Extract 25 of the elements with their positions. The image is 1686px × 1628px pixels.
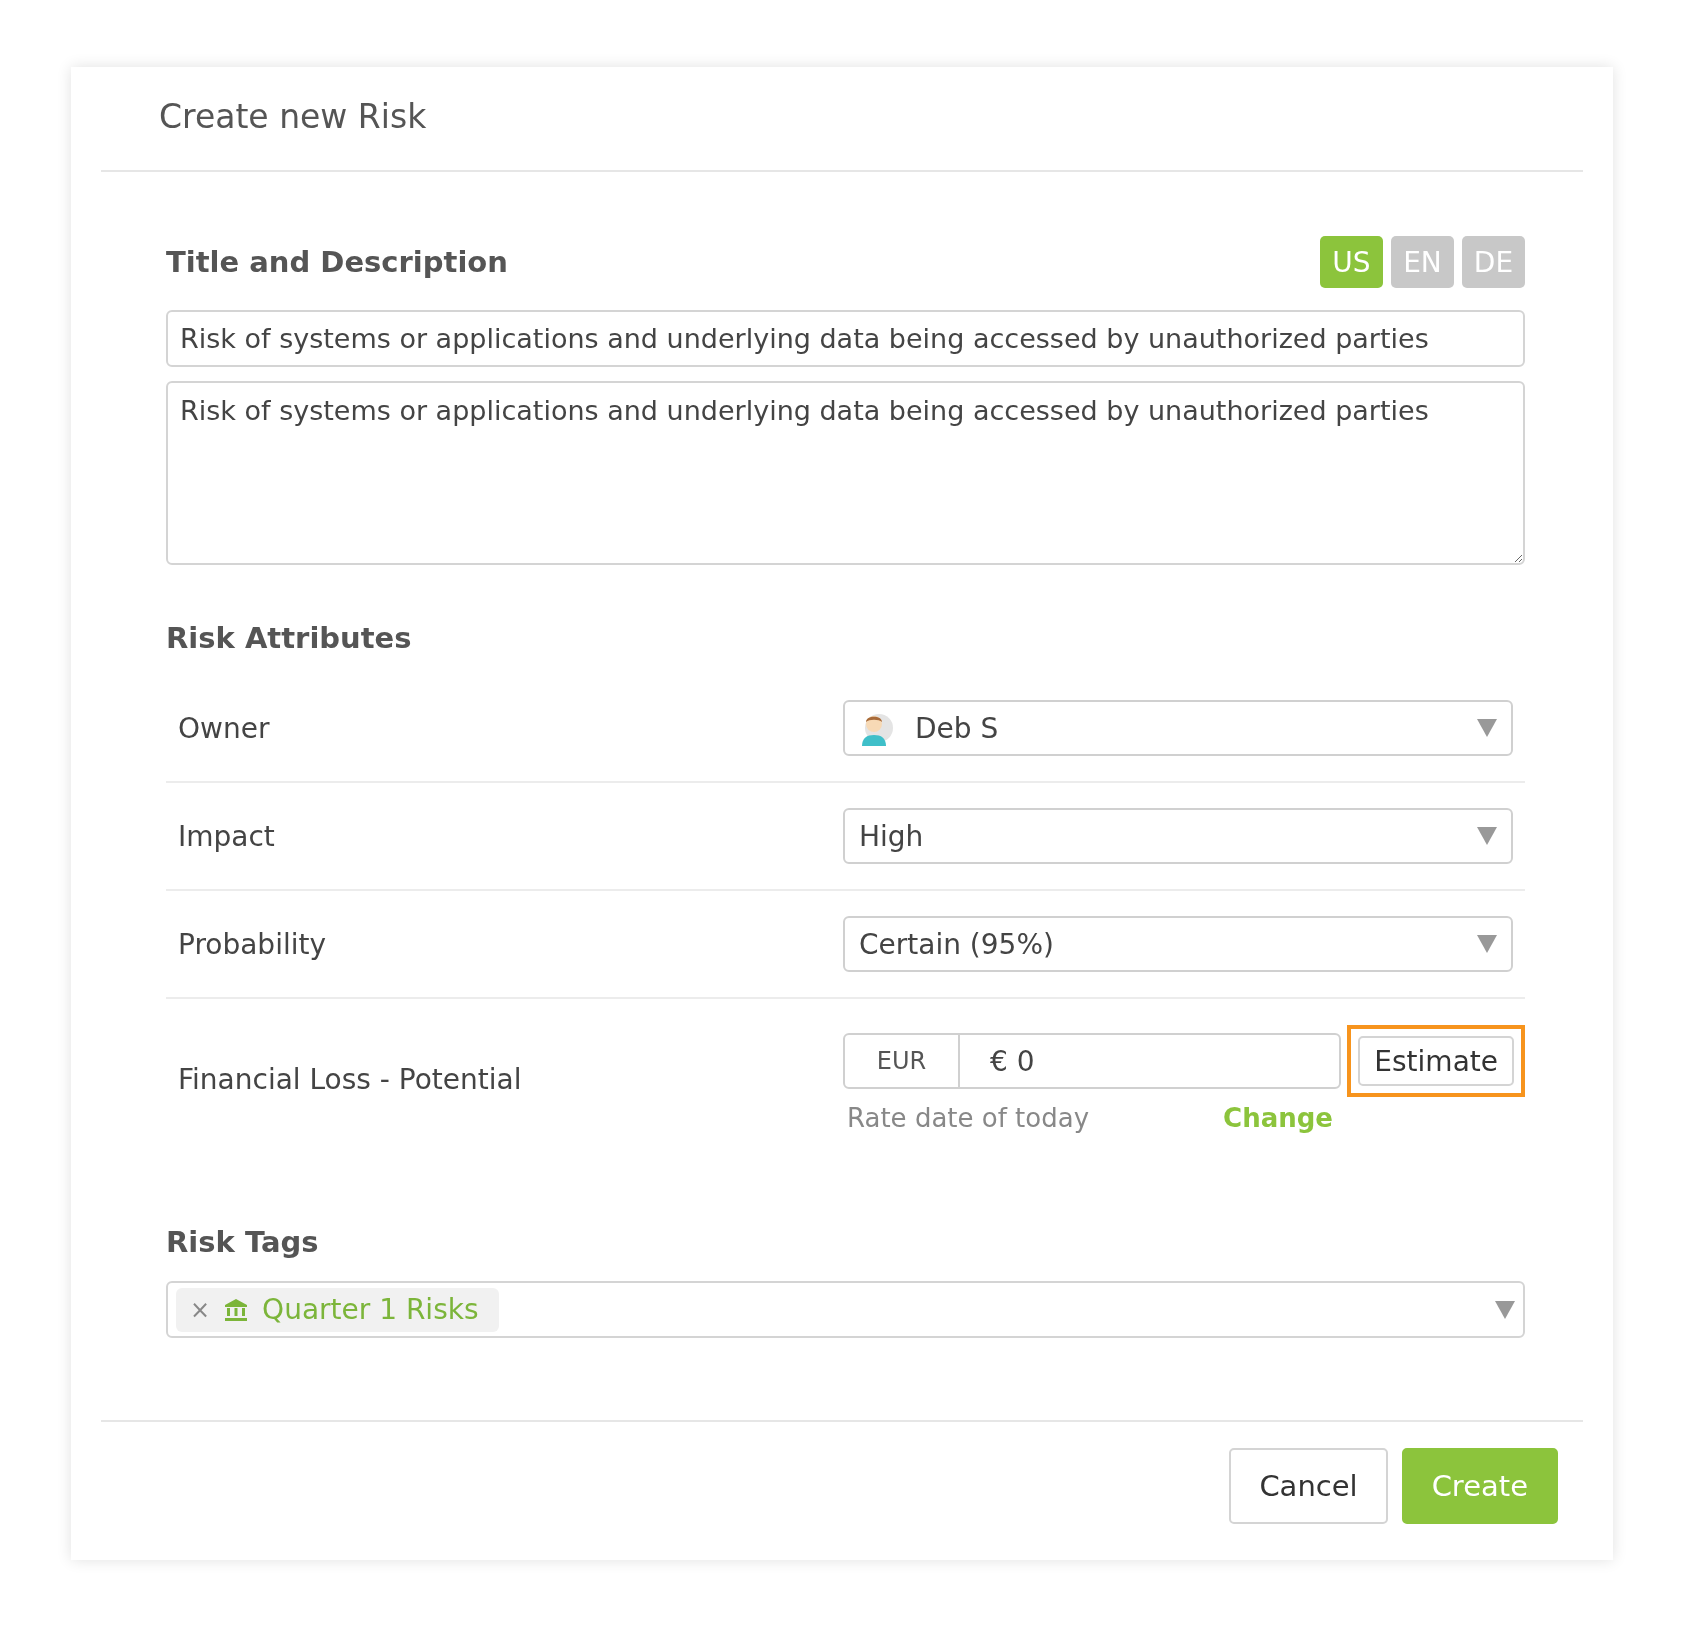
rate-date-note: Rate date of today (847, 1103, 1090, 1133)
section-heading: Risk Attributes (166, 621, 412, 655)
bank-icon (224, 1297, 249, 1322)
title-input[interactable]: Risk of systems or applications and underlying data being accessed by unauthorized parties (166, 310, 1525, 367)
select-dropdown[interactable]: Deb S (843, 700, 1513, 756)
field-label: Owner (177, 711, 271, 745)
caret-icon (1495, 1300, 1515, 1319)
description-textarea[interactable]: Risk of systems or applications and underlying data being accessed by unauthorized parties (166, 381, 1525, 565)
dialog-title: Create new Risk (101, 67, 1583, 172)
section-heading: Title and Description (166, 245, 508, 279)
caret-icon (1477, 719, 1497, 737)
caret-icon (1477, 935, 1497, 953)
cancel-button[interactable]: Cancel (1229, 1448, 1388, 1524)
field-label: Financial Loss - Potential (177, 1062, 523, 1096)
tag-chip: × Quarter 1 Risks (176, 1287, 499, 1332)
amount-input[interactable]: € 0 (960, 1035, 1340, 1087)
field-label: Impact (177, 819, 276, 853)
estimate-button[interactable]: Estimate (1358, 1036, 1514, 1086)
amount-field[interactable]: EUR € 0 (843, 1033, 1342, 1089)
field-label: Probability (177, 927, 327, 961)
section-heading: Risk Tags (166, 1225, 320, 1259)
currency-label: EUR (845, 1035, 960, 1087)
caret-icon (1477, 827, 1497, 845)
select-dropdown[interactable]: Certain (95%) (843, 916, 1513, 972)
select-dropdown[interactable]: High (843, 808, 1513, 864)
